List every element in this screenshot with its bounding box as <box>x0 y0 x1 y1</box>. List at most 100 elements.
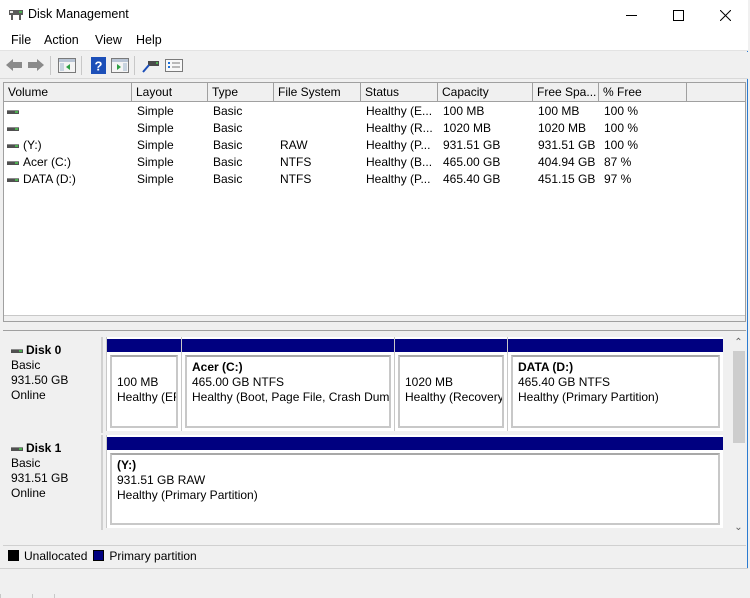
scroll-up-button[interactable]: ⌃ <box>731 335 746 350</box>
partition-title <box>405 360 502 375</box>
cell-percent-free: 100 % <box>604 121 639 135</box>
cell-free-space: 451.15 GB <box>538 172 596 186</box>
partition-body: 100 MB Healthy (EF <box>110 355 178 428</box>
legend: Unallocated Primary partition <box>3 545 746 565</box>
status-pane <box>54 594 748 598</box>
partition-size: 931.51 GB RAW <box>117 473 206 487</box>
column-header-type[interactable]: Type <box>208 83 274 101</box>
column-header-status[interactable]: Status <box>361 83 438 101</box>
column-header-capacity[interactable]: Capacity <box>438 83 533 101</box>
disk-graphical-view: Disk 0 Basic 931.50 GB Online 100 MB Healthy… <box>3 330 746 538</box>
partition-title: Acer (C:) <box>192 360 243 374</box>
volume-drive-icon <box>7 178 19 182</box>
connect-disk-button[interactable] <box>141 56 161 74</box>
primary-partition-bar <box>182 339 394 352</box>
maximize-icon <box>672 9 684 21</box>
cell-free-space: 931.51 GB <box>538 138 596 152</box>
chevron-up-icon: ⌃ <box>734 337 743 348</box>
show-hide-action-pane-button[interactable] <box>110 56 130 74</box>
disk-drive-icon <box>11 446 23 451</box>
disk-name: Disk 0 <box>11 343 101 358</box>
horizontal-scrollbar[interactable] <box>4 315 745 321</box>
cell-capacity: 931.51 GB <box>443 138 501 152</box>
help-button[interactable]: ? <box>88 56 108 74</box>
volume-row[interactable]: (Y:) Simple Basic RAW Healthy (P... 931.51 GB… <box>4 137 745 154</box>
partition-block[interactable]: 100 MB Healthy (EF <box>106 337 181 431</box>
cell-layout: Simple <box>137 172 174 186</box>
partition-block[interactable]: Acer (C:) 465.00 GB NTFS Healthy (Boot, Pa… <box>181 337 394 431</box>
cell-status: Healthy (E... <box>366 104 433 118</box>
legend-swatch-primary-partition <box>93 550 105 561</box>
cell-capacity: 1020 MB <box>443 121 492 135</box>
primary-partition-bar <box>107 339 181 352</box>
back-button[interactable] <box>4 56 24 74</box>
disk-label[interactable]: Disk 0 Basic 931.50 GB Online <box>3 337 103 433</box>
cell-volume: DATA (D:) <box>23 172 76 186</box>
partition-status: Healthy (EF <box>117 390 178 404</box>
title-bar: Disk Management <box>0 0 748 30</box>
cell-percent-free: 100 % <box>604 104 639 118</box>
close-button[interactable] <box>702 0 748 30</box>
volume-row[interactable]: Simple Basic Healthy (R... 1020 MB 1020 MB 10… <box>4 120 745 137</box>
partition-status: Healthy (Boot, Page File, Crash Dump, <box>192 390 391 404</box>
partitions-container: 100 MB Healthy (EF Acer (C:) 465.00 GB NTFS… <box>106 337 729 433</box>
scroll-down-button[interactable]: ⌄ <box>731 520 746 535</box>
volume-row[interactable]: Acer (C:) Simple Basic NTFS Healthy (B... 465… <box>4 154 745 171</box>
show-hide-console-tree-button[interactable] <box>57 56 77 74</box>
partition-block[interactable]: (Y:) 931.51 GB RAW Healthy (Primary Partit… <box>106 435 723 528</box>
console-tree-icon <box>58 57 76 73</box>
menu-file[interactable]: File <box>11 33 31 47</box>
column-header-free-space[interactable]: Free Spa... <box>533 83 599 101</box>
status-pane <box>32 594 54 598</box>
legend-swatch-unallocated <box>8 550 19 561</box>
legend-label-primary-partition: Primary partition <box>109 548 197 563</box>
column-header-layout[interactable]: Layout <box>132 83 208 101</box>
scroll-thumb[interactable] <box>733 351 745 443</box>
volume-row[interactable]: Simple Basic Healthy (E... 100 MB 100 MB 100 … <box>4 103 745 120</box>
volume-list: Volume Layout Type File System Status Ca… <box>3 82 746 322</box>
cell-free-space: 100 MB <box>538 104 580 118</box>
connect-icon <box>142 60 159 73</box>
cell-percent-free: 87 % <box>604 155 632 169</box>
cell-type: Basic <box>213 104 243 118</box>
menu-action[interactable]: Action <box>44 33 79 47</box>
cell-layout: Simple <box>137 121 174 135</box>
maximize-button[interactable] <box>655 0 701 30</box>
minimize-button[interactable] <box>608 0 654 30</box>
column-header-percent-free[interactable]: % Free <box>599 83 687 101</box>
column-header-file-system[interactable]: File System <box>274 83 361 101</box>
cell-file-system: RAW <box>280 138 308 152</box>
disk-name-text: Disk 0 <box>26 343 62 357</box>
volume-row[interactable]: DATA (D:) Simple Basic NTFS Healthy (P... 465… <box>4 171 745 188</box>
column-header-volume[interactable]: Volume <box>4 83 132 101</box>
cell-volume: Acer (C:) <box>23 155 71 169</box>
disk-name-text: Disk 1 <box>26 441 62 455</box>
partition-block[interactable]: 1020 MB Healthy (Recovery <box>394 337 507 431</box>
cell-layout: Simple <box>137 138 174 152</box>
action-pane-icon <box>111 57 129 73</box>
minimize-icon <box>625 14 637 16</box>
toolbar-separator <box>81 56 82 75</box>
properties-button[interactable] <box>164 56 184 74</box>
forward-button[interactable] <box>26 56 46 74</box>
cell-layout: Simple <box>137 104 174 118</box>
menu-help[interactable]: Help <box>136 33 162 47</box>
partition-status: Healthy (Primary Partition) <box>518 390 659 404</box>
partition-title: DATA (D:) <box>518 360 574 374</box>
disk-type: Basic <box>11 456 41 470</box>
partition-block[interactable]: DATA (D:) 465.40 GB NTFS Healthy (Primary … <box>507 337 723 431</box>
partition-size: 465.00 GB NTFS <box>192 375 285 389</box>
back-arrow-icon <box>6 59 22 71</box>
vertical-scrollbar[interactable]: ⌃ ⌄ <box>731 335 746 535</box>
column-header-blank <box>687 83 745 101</box>
toolbar: ? <box>0 52 748 79</box>
menu-view[interactable]: View <box>95 33 122 47</box>
disk-drive-icon <box>11 348 23 353</box>
disk-row: Disk 1 Basic 931.51 GB Online (Y:) 931.51 GB… <box>3 435 729 530</box>
disk-label[interactable]: Disk 1 Basic 931.51 GB Online <box>3 435 103 530</box>
column-headers: Volume Layout Type File System Status Ca… <box>4 83 745 102</box>
cell-layout: Simple <box>137 155 174 169</box>
status-bar <box>0 568 748 598</box>
volume-drive-icon <box>7 110 19 114</box>
partition-size: 465.40 GB NTFS <box>518 375 611 389</box>
